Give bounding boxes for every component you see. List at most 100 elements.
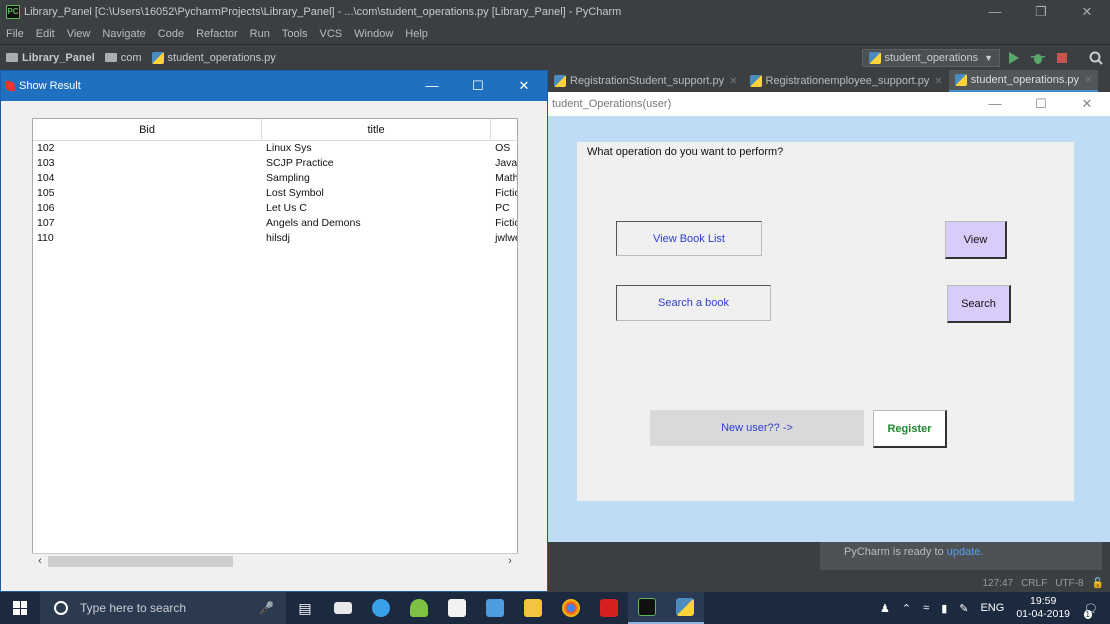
menu-view[interactable]: View [67, 28, 91, 40]
taskbar-pycharm[interactable] [628, 592, 666, 624]
update-link[interactable]: update. [947, 546, 984, 558]
cell-subject: OS [495, 142, 511, 154]
breadcrumb-package[interactable]: com [104, 52, 142, 64]
minimize-icon[interactable]: — [972, 92, 1018, 116]
task-view-button[interactable]: ▤ [286, 592, 324, 624]
tab-registration-employee[interactable]: Registrationemployee_support.py ✕ [744, 70, 949, 92]
cell-bid: 102 [37, 142, 55, 154]
line-separator[interactable]: CRLF [1021, 578, 1047, 589]
taskbar-app-photos[interactable] [362, 592, 400, 624]
cell-subject: Java [495, 157, 517, 169]
horizontal-scrollbar[interactable]: ‹ › [32, 553, 518, 568]
results-treeview[interactable]: Bid title 102 Linux Sys OS 103 SCJP Prac… [32, 118, 518, 567]
menu-window[interactable]: Window [354, 28, 393, 40]
run-config-selector[interactable]: student_operations ▼ [861, 49, 1000, 67]
table-row[interactable]: 103 SCJP Practice Java [33, 156, 517, 171]
run-icon[interactable] [1006, 50, 1022, 66]
taskbar-acrobat[interactable] [590, 592, 628, 624]
column-header-subject[interactable] [491, 119, 517, 140]
maximize-icon[interactable]: ☐ [455, 71, 501, 101]
maximize-icon[interactable]: ☐ [1018, 92, 1064, 116]
taskbar-python[interactable] [666, 592, 704, 624]
wifi-icon[interactable]: ≈ [923, 602, 929, 614]
menu-file[interactable]: File [6, 28, 24, 40]
close-icon[interactable]: ✕ [1064, 0, 1110, 24]
navigation-bar: Library_Panel com student_operations.py … [0, 44, 1110, 70]
scrollbar-thumb[interactable] [48, 555, 233, 567]
column-header-title[interactable]: title [262, 119, 492, 140]
table-row[interactable]: 102 Linux Sys OS [33, 141, 517, 156]
tk-feather-icon [5, 81, 15, 91]
menu-edit[interactable]: Edit [36, 28, 55, 40]
taskbar-app-tasks[interactable] [476, 592, 514, 624]
menu-help[interactable]: Help [405, 28, 428, 40]
breadcrumb-project[interactable]: Library_Panel [6, 52, 95, 64]
tab-registration-student[interactable]: RegistrationStudent_support.py ✕ [548, 70, 744, 92]
menu-run[interactable]: Run [250, 28, 270, 40]
cell-bid: 110 [37, 232, 54, 244]
search-icon[interactable] [1088, 50, 1104, 66]
breadcrumb-label: Library_Panel [22, 51, 95, 64]
close-icon[interactable]: ✕ [934, 76, 942, 87]
lock-icon[interactable]: 🔓 [1092, 578, 1104, 589]
clock-date: 01-04-2019 [1016, 608, 1071, 620]
table-row[interactable]: 106 Let Us C PC [33, 201, 517, 216]
table-row[interactable]: 104 Sampling Math [33, 171, 517, 186]
python-file-icon [554, 75, 566, 87]
scroll-left-icon[interactable]: ‹ [32, 555, 48, 567]
cortana-icon [54, 601, 68, 615]
window-controls: — ☐ ✕ [972, 92, 1110, 116]
taskbar-file-explorer[interactable] [514, 592, 552, 624]
taskbar-mail[interactable] [324, 592, 362, 624]
tab-student-operations[interactable]: student_operations.py ✕ [948, 70, 1099, 92]
minimize-icon[interactable]: — [972, 0, 1018, 24]
chevron-up-icon[interactable]: ⌃ [902, 602, 911, 615]
cell-bid: 104 [37, 172, 55, 184]
chevron-down-icon: ▼ [984, 53, 993, 63]
menu-tools[interactable]: Tools [282, 28, 308, 40]
menu-refactor[interactable]: Refactor [196, 28, 238, 40]
search-button[interactable]: Search [947, 285, 1011, 323]
breadcrumb-file[interactable]: student_operations.py [151, 51, 276, 64]
stop-icon[interactable] [1054, 50, 1070, 66]
photos-app-icon [372, 599, 390, 617]
taskbar-search[interactable]: Type here to search 🎤 [40, 592, 286, 624]
battery-icon[interactable]: ▮ [941, 602, 947, 615]
close-icon[interactable]: ✕ [729, 76, 737, 87]
menu-navigate[interactable]: Navigate [102, 28, 145, 40]
menu-vcs[interactable]: VCS [320, 28, 343, 40]
microphone-icon[interactable]: 🎤 [259, 601, 274, 615]
android-studio-icon [410, 599, 428, 617]
table-row[interactable]: 110 hilsdj jwlwe [33, 231, 517, 246]
pen-icon[interactable]: ✎ [959, 602, 968, 615]
minimize-icon[interactable]: — [409, 71, 455, 101]
table-row[interactable]: 105 Lost Symbol Fiction [33, 186, 517, 201]
register-button[interactable]: Register [873, 410, 947, 448]
people-icon[interactable]: ♟ [880, 602, 890, 615]
cell-title: Let Us C [266, 202, 307, 214]
language-indicator[interactable]: ENG [980, 602, 1004, 614]
taskbar-chrome[interactable] [552, 592, 590, 624]
column-header-bid[interactable]: Bid [33, 119, 263, 140]
scroll-right-icon[interactable]: › [502, 555, 518, 567]
cell-bid: 107 [37, 217, 55, 229]
close-icon[interactable]: ✕ [1084, 75, 1092, 86]
caret-position[interactable]: 127:47 [982, 578, 1013, 589]
taskbar-app-store[interactable] [438, 592, 476, 624]
close-icon[interactable]: ✕ [1064, 92, 1110, 116]
debug-icon[interactable] [1030, 50, 1046, 66]
window-controls: — ❐ ✕ [972, 0, 1110, 24]
view-button[interactable]: View [945, 221, 1007, 259]
tab-label: RegistrationStudent_support.py [570, 75, 725, 87]
search-book-label: Search a book [616, 285, 771, 321]
restore-icon[interactable]: ❐ [1018, 0, 1064, 24]
start-button[interactable] [0, 592, 40, 624]
table-row[interactable]: 107 Angels and Demons Fiction [33, 216, 517, 231]
notification-center-icon[interactable]: 🗨 1 [1083, 602, 1098, 619]
scrollbar-track[interactable] [48, 555, 502, 568]
menu-code[interactable]: Code [158, 28, 184, 40]
file-encoding[interactable]: UTF-8 [1055, 578, 1083, 589]
close-icon[interactable]: ✕ [501, 71, 547, 101]
clock[interactable]: 19:59 01-04-2019 [1016, 595, 1070, 621]
taskbar-app-android[interactable] [400, 592, 438, 624]
